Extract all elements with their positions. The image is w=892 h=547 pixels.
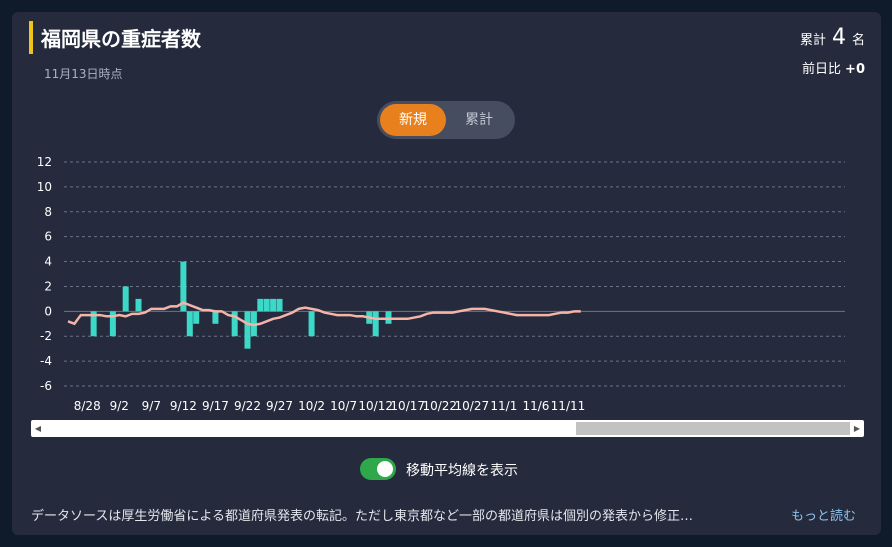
bar[interactable]	[212, 311, 219, 324]
chart-scrollbar[interactable]: ◀ ▶	[31, 420, 864, 437]
x-tick-label: 10/17	[390, 399, 425, 412]
x-tick-label: 10/12	[358, 399, 393, 412]
bar-chart: -6 -4 -2 0 2 4 6 8 10 12 8/28 9/2 9/7 9/12 9/17 9/22 9/…	[37, 155, 845, 412]
x-tick-label: 10/22	[422, 399, 457, 412]
x-tick-label: 9/22	[234, 399, 261, 412]
bar[interactable]	[270, 298, 277, 312]
x-tick-label: 9/7	[142, 399, 161, 412]
x-tick-label: 11/1	[490, 399, 517, 412]
bar[interactable]	[372, 311, 379, 337]
x-tick-label: 10/7	[330, 399, 357, 412]
x-tick-label: 8/28	[74, 399, 101, 412]
bar[interactable]	[193, 311, 200, 324]
bar[interactable]	[257, 298, 264, 312]
bar[interactable]	[244, 311, 251, 349]
bar[interactable]	[308, 311, 315, 337]
x-tick-label: 10/2	[298, 399, 325, 412]
moving-average-toggle[interactable]	[360, 458, 396, 480]
x-tick-label: 9/17	[202, 399, 229, 412]
y-tick-label: 6	[44, 230, 52, 244]
x-axis-labels: 8/28 9/2 9/7 9/12 9/17 9/22 9/27 10/2 10/7 10/121…	[74, 399, 586, 412]
bar[interactable]	[135, 298, 142, 312]
y-tick-label: -4	[40, 354, 52, 368]
toggle-knob	[377, 461, 393, 477]
data-source-note: データソースは厚生労働省による都道府県発表の転記。ただし東京都など一部の都道府県…	[31, 509, 693, 524]
scroll-right-arrow-icon[interactable]: ▶	[850, 420, 864, 437]
bar[interactable]	[276, 298, 283, 312]
y-tick-label: -6	[40, 379, 52, 393]
scroll-thumb[interactable]	[576, 422, 850, 435]
y-tick-label: 12	[37, 155, 52, 169]
moving-average-line	[67, 301, 581, 327]
chart-card: 福岡県の重症者数 11月13日時点 累計 4 名 前日比 +0 新規 累計 -6 -4-…	[12, 12, 881, 535]
bar[interactable]	[263, 298, 270, 312]
x-tick-label: 11/11	[551, 399, 586, 412]
bar[interactable]	[122, 286, 129, 312]
x-tick-label: 11/6	[522, 399, 549, 412]
y-tick-label: 0	[44, 304, 52, 318]
y-tick-label: 4	[44, 255, 52, 269]
y-tick-label: 2	[44, 279, 52, 293]
y-axis-labels: -6 -4 -2 0 2 4 6 8 10 12	[37, 155, 52, 393]
x-tick-label: 9/12	[170, 399, 197, 412]
y-tick-label: 10	[37, 180, 52, 194]
x-tick-label: 10/27	[455, 399, 490, 412]
bar[interactable]	[186, 311, 193, 337]
y-tick-label: 8	[44, 205, 52, 219]
x-tick-label: 9/2	[110, 399, 129, 412]
scroll-left-arrow-icon[interactable]: ◀	[31, 420, 45, 437]
read-more-link[interactable]: もっと読む	[791, 505, 856, 524]
moving-average-label: 移動平均線を表示	[406, 463, 518, 479]
x-tick-label: 9/27	[266, 399, 293, 412]
bars	[90, 261, 392, 349]
y-tick-label: -2	[40, 329, 52, 343]
